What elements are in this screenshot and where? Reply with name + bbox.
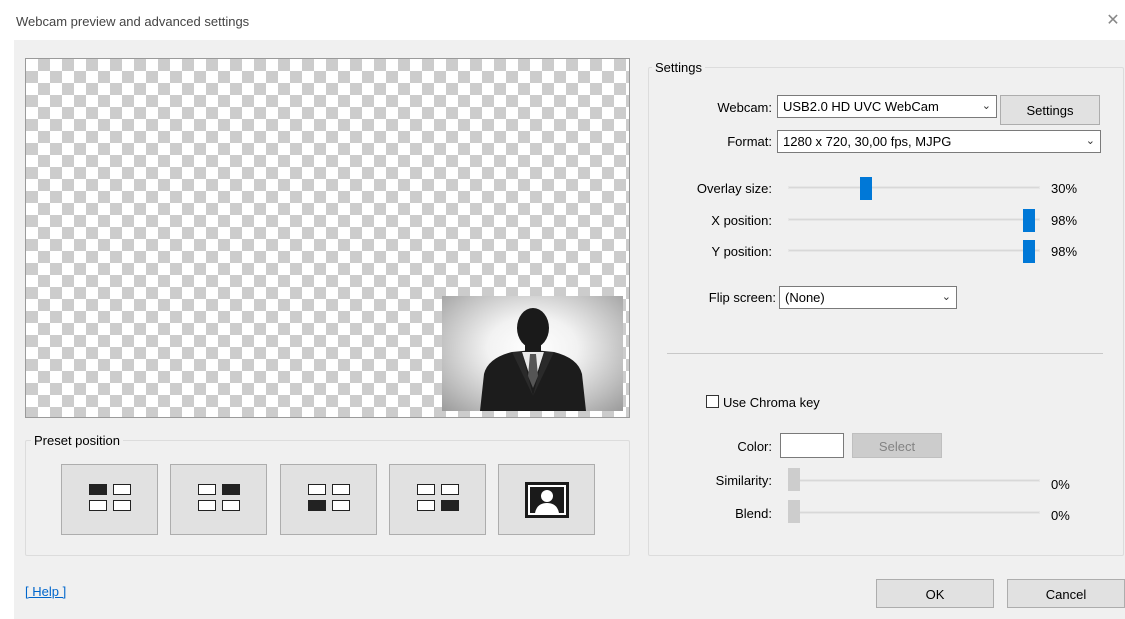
y-position-thumb[interactable] xyxy=(1023,240,1036,263)
chevron-down-icon: ⌄ xyxy=(981,100,991,112)
ok-button[interactable]: OK xyxy=(876,579,994,608)
overlay-size-value: 30% xyxy=(1051,181,1078,196)
blend-slider[interactable] xyxy=(790,511,1040,514)
x-position-label: X position: xyxy=(711,213,772,228)
similarity-value: 0% xyxy=(1051,477,1070,492)
flip-screen-select-value: (None) xyxy=(785,290,825,305)
format-select-value: 1280 x 720, 30,00 fps, MJPG xyxy=(783,134,952,149)
cancel-button[interactable]: Cancel xyxy=(1007,579,1125,608)
layout-top-right-icon xyxy=(198,484,242,518)
overlay-size-slider[interactable] xyxy=(788,186,1040,189)
preset-position-label: Preset position xyxy=(31,433,123,448)
close-icon[interactable]: ✕ xyxy=(1103,10,1123,30)
title-bar: Webcam preview and advanced settings ✕ xyxy=(0,0,1125,40)
color-label: Color: xyxy=(737,439,772,454)
x-position-value: 98% xyxy=(1051,213,1078,228)
flip-screen-select[interactable]: (None) ⌄ xyxy=(779,286,957,309)
help-link[interactable]: [ Help ] xyxy=(25,584,66,599)
window-title: Webcam preview and advanced settings xyxy=(16,14,250,29)
y-position-value: 98% xyxy=(1051,244,1078,259)
webcam-select-value: USB2.0 HD UVC WebCam xyxy=(783,99,939,114)
x-position-slider[interactable] xyxy=(788,218,1040,221)
select-color-button[interactable]: Select xyxy=(852,433,942,458)
chroma-key-label[interactable]: Use Chroma key xyxy=(723,395,820,410)
settings-group-label: Settings xyxy=(652,60,705,75)
preset-fullscreen-button[interactable] xyxy=(498,464,595,535)
layout-bottom-left-icon xyxy=(308,484,352,518)
format-select[interactable]: 1280 x 720, 30,00 fps, MJPG ⌄ xyxy=(777,130,1101,153)
preset-bottom-right-button[interactable] xyxy=(389,464,486,535)
chroma-color-swatch xyxy=(780,433,844,458)
chroma-key-checkbox[interactable] xyxy=(706,395,719,408)
blend-thumb[interactable] xyxy=(788,500,800,523)
webcam-label: Webcam: xyxy=(717,100,772,115)
x-position-thumb[interactable] xyxy=(1023,209,1036,232)
preset-top-left-button[interactable] xyxy=(61,464,158,535)
y-position-slider[interactable] xyxy=(788,249,1040,252)
overlay-size-label: Overlay size: xyxy=(696,181,772,196)
webcam-settings-button[interactable]: Settings xyxy=(1000,95,1100,125)
similarity-label: Similarity: xyxy=(715,473,772,488)
blend-label: Blend: xyxy=(735,506,772,521)
preset-bottom-left-button[interactable] xyxy=(280,464,377,535)
preset-top-right-button[interactable] xyxy=(170,464,267,535)
webcam-preview xyxy=(25,58,630,418)
chevron-down-icon: ⌄ xyxy=(941,291,951,303)
similarity-thumb[interactable] xyxy=(788,468,800,491)
chevron-down-icon: ⌄ xyxy=(1085,135,1095,147)
layout-bottom-right-icon xyxy=(417,484,461,518)
person-silhouette-icon xyxy=(480,308,586,411)
format-label: Format: xyxy=(727,134,772,149)
layout-top-left-icon xyxy=(89,484,133,518)
overlay-size-thumb[interactable] xyxy=(860,177,872,200)
y-position-label: Y position: xyxy=(711,244,772,259)
person-icon xyxy=(525,482,569,518)
flip-screen-label: Flip screen: xyxy=(708,290,776,305)
webcam-select[interactable]: USB2.0 HD UVC WebCam ⌄ xyxy=(777,95,997,118)
webcam-overlay-image[interactable] xyxy=(442,296,623,411)
similarity-slider[interactable] xyxy=(790,479,1040,482)
blend-value: 0% xyxy=(1051,508,1070,523)
divider xyxy=(667,353,1103,354)
